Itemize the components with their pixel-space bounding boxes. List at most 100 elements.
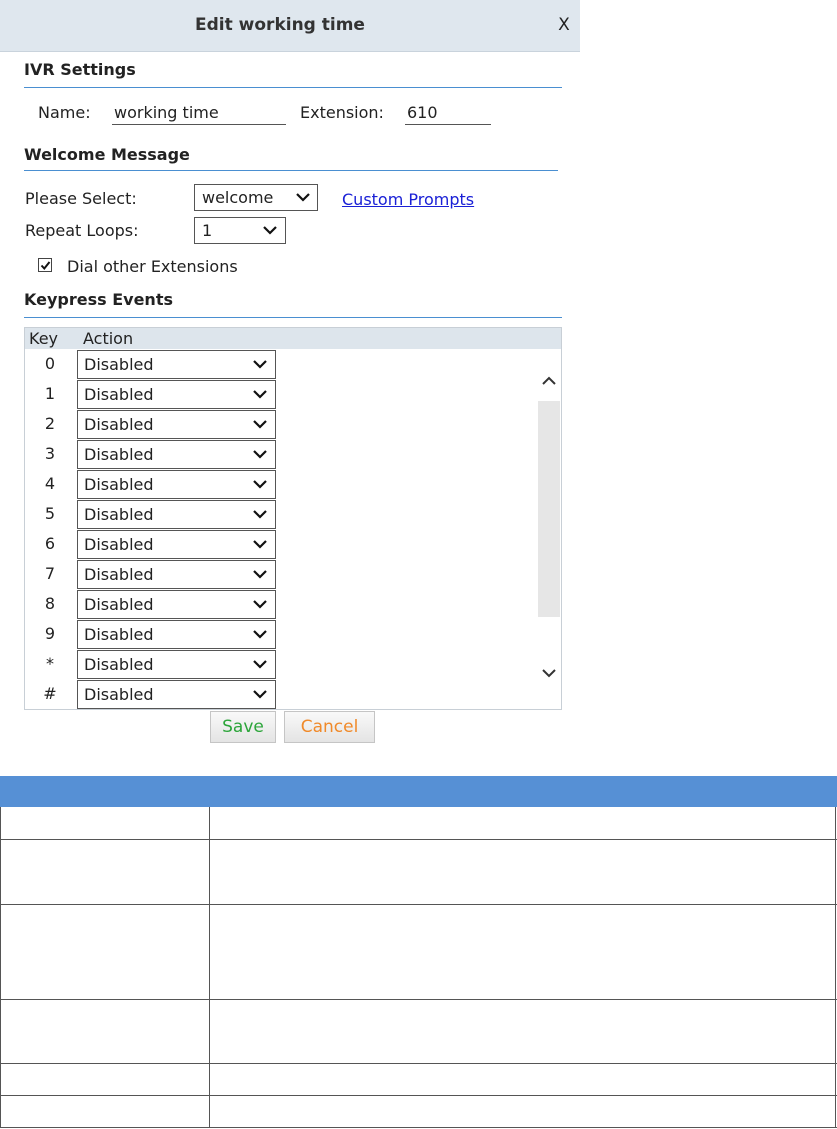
table-cell [210,905,836,999]
key-action-select[interactable]: Disabled [77,530,276,559]
key-action-value: Disabled [84,475,154,494]
key-label: 3 [44,444,56,463]
table-cell [210,807,836,839]
keypress-scrollbar[interactable] [537,349,561,709]
key-action-value: Disabled [84,415,154,434]
chevron-down-icon [253,690,267,699]
key-label: 0 [44,354,56,373]
table-cell [210,1096,836,1127]
key-label: 9 [44,624,56,643]
keypress-row: 8 Disabled [25,589,535,619]
table-cell [0,807,210,839]
key-action-value: Disabled [84,565,154,584]
key-action-select[interactable]: Disabled [77,500,276,529]
dial-other-extensions-label: Dial other Extensions [67,257,238,276]
key-action-select[interactable]: Disabled [77,620,276,649]
custom-prompts-link[interactable]: Custom Prompts [342,190,474,209]
checkmark-icon [40,261,51,271]
keypress-row: 6 Disabled [25,529,535,559]
key-action-value: Disabled [84,505,154,524]
name-label: Name: [38,103,91,122]
description-table-header [0,776,837,807]
repeat-loops-label: Repeat Loops: [25,221,139,240]
chevron-down-icon [253,420,267,429]
chevron-down-icon [263,226,277,235]
table-row [0,1064,837,1096]
edit-ivr-dialog: Edit working time X IVR Settings Name: E… [0,0,580,752]
keypress-row: 7 Disabled [25,559,535,589]
welcome-prompt-select[interactable]: welcome [194,184,318,211]
keypress-table-header: Key Action [25,328,561,349]
dial-other-extensions-checkbox[interactable] [38,258,52,272]
key-label: 5 [44,504,56,523]
table-cell [0,1064,210,1095]
table-cell [0,905,210,999]
key-action-value: Disabled [84,625,154,644]
chevron-down-icon [253,630,267,639]
section-divider [24,170,558,171]
please-select-label: Please Select: [25,189,137,208]
keypress-row: 9 Disabled [25,619,535,649]
name-input[interactable] [112,101,286,125]
table-row [0,807,837,840]
table-cell [0,840,210,904]
welcome-prompt-select-value: welcome [202,188,274,207]
keypress-row: 0 Disabled [25,349,535,379]
table-row [0,905,837,1000]
key-action-select[interactable]: Disabled [77,590,276,619]
key-action-value: Disabled [84,655,154,674]
chevron-down-icon [253,570,267,579]
dialog-title: Edit working time [195,15,365,35]
section-divider [24,317,562,318]
key-action-select[interactable]: Disabled [77,440,276,469]
repeat-loops-select-value: 1 [202,221,213,240]
keypress-row: 5 Disabled [25,499,535,529]
table-row [0,840,837,905]
chevron-down-icon [253,360,267,369]
save-button[interactable]: Save [210,711,276,743]
column-header-action: Action [83,329,134,348]
key-label: 2 [44,414,56,433]
extension-input[interactable] [405,101,491,125]
scroll-up-icon[interactable] [541,375,557,387]
keypress-row: 4 Disabled [25,469,535,499]
close-icon[interactable]: X [550,0,578,52]
key-action-select[interactable]: Disabled [77,410,276,439]
key-action-select[interactable]: Disabled [77,470,276,499]
key-label: 4 [44,474,56,493]
key-label: 8 [44,594,56,613]
keypress-row: 2 Disabled [25,409,535,439]
repeat-loops-select[interactable]: 1 [194,217,286,244]
section-divider [24,87,562,88]
key-action-select[interactable]: Disabled [77,350,276,379]
extension-label: Extension: [300,103,384,122]
key-action-value: Disabled [84,385,154,404]
key-action-select[interactable]: Disabled [77,650,276,679]
table-cell [0,1096,210,1127]
chevron-down-icon [296,193,310,202]
section-title-welcome-message: Welcome Message [24,145,190,164]
scrollbar-thumb[interactable] [538,401,560,617]
key-action-select[interactable]: Disabled [77,680,276,709]
dialog-titlebar: Edit working time X [0,0,580,52]
key-action-value: Disabled [84,535,154,554]
table-cell [210,840,836,904]
chevron-down-icon [253,600,267,609]
table-cell [210,1000,836,1063]
key-action-select[interactable]: Disabled [77,560,276,589]
chevron-down-icon [253,450,267,459]
table-row [0,1000,837,1064]
key-action-value: Disabled [84,355,154,374]
cancel-button[interactable]: Cancel [284,711,375,743]
table-row [0,1096,837,1128]
section-title-keypress-events: Keypress Events [24,290,173,309]
key-label: * [46,654,54,673]
chevron-down-icon [253,390,267,399]
scroll-down-icon[interactable] [541,667,557,679]
key-label: 1 [44,384,56,403]
keypress-row: # Disabled [25,679,535,709]
chevron-down-icon [253,540,267,549]
table-cell [210,1064,836,1095]
key-action-select[interactable]: Disabled [77,380,276,409]
key-label: 6 [44,534,56,553]
